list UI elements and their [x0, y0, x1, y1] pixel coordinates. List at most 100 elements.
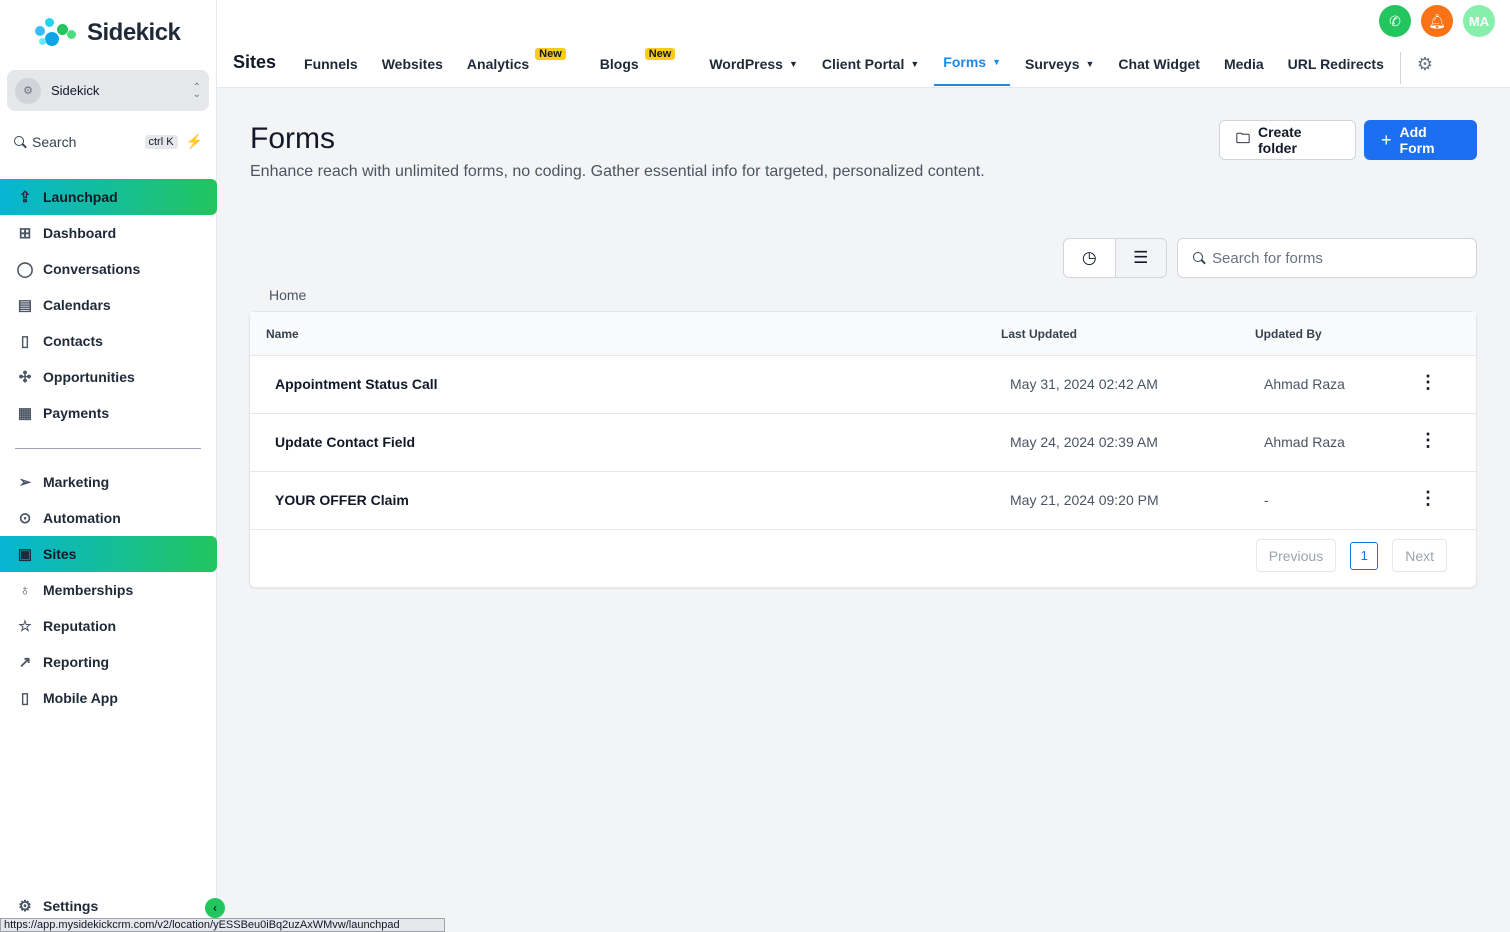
- sidekick-logo[interactable]: Sidekick: [33, 16, 181, 50]
- column-header-name[interactable]: Name: [266, 327, 299, 341]
- table-row[interactable]: Appointment Status Call May 31, 2024 02:…: [250, 356, 1476, 414]
- top-actions: ✆ 🔔︎ MA: [1379, 5, 1495, 37]
- sidebar-item-dashboard[interactable]: ⊞ Dashboard: [0, 215, 217, 251]
- section-title: Sites: [233, 52, 277, 72]
- form-name[interactable]: YOUR OFFER Claim: [275, 492, 409, 508]
- sidebar-item-label: Marketing: [43, 474, 110, 490]
- tab-label: Forms: [943, 54, 987, 70]
- chevron-down-icon: ▼: [1085, 59, 1095, 69]
- tab-websites[interactable]: Websites: [382, 56, 443, 88]
- tab-analytics[interactable]: Analytics New: [466, 48, 566, 88]
- account-avatar-icon: ⚙: [15, 77, 41, 104]
- pagination: Previous 1 Next: [1255, 539, 1447, 572]
- chevron-updown-icon: ⌃ ⌄: [192, 81, 201, 100]
- list-view-button[interactable]: ☰: [1114, 239, 1166, 277]
- form-last-updated: May 24, 2024 02:39 AM: [1010, 434, 1158, 450]
- table-row[interactable]: Update Contact Field May 24, 2024 02:39 …: [250, 414, 1476, 472]
- table-row[interactable]: YOUR OFFER Claim May 21, 2024 09:20 PM -…: [250, 472, 1476, 530]
- browser-status-url: https://app.mysidekickcrm.com/v2/locatio…: [0, 918, 445, 932]
- search-label: Search: [32, 133, 77, 150]
- network-icon: ✣: [18, 369, 32, 386]
- account-name: Sidekick: [51, 83, 100, 98]
- tab-url-redirects[interactable]: URL Redirects: [1288, 56, 1384, 88]
- next-page-button[interactable]: Next: [1392, 539, 1447, 572]
- page-number-button[interactable]: 1: [1350, 541, 1379, 570]
- tab-label: Analytics: [466, 56, 530, 72]
- create-folder-button[interactable]: 🗀︎ Create folder: [1219, 120, 1356, 160]
- browser-icon: ▣: [17, 546, 33, 563]
- sidebar-item-automation[interactable]: ⊙ Automation: [0, 500, 217, 536]
- sidebar-item-reporting[interactable]: ↗ Reporting: [0, 644, 217, 680]
- tab-label: Funnels: [304, 56, 358, 72]
- tab-forms[interactable]: Forms ▼: [934, 54, 1011, 86]
- sidebar-item-reputation[interactable]: ☆ Reputation: [0, 608, 217, 644]
- sidebar-item-label: Reputation: [43, 618, 117, 634]
- clock-icon: ◷: [1081, 248, 1097, 267]
- more-options-icon[interactable]: ⋮: [1418, 372, 1438, 393]
- send-icon: ➢: [18, 474, 32, 491]
- brand-name: Sidekick: [87, 19, 181, 46]
- more-options-icon[interactable]: ⋮: [1418, 488, 1438, 509]
- sidebar-item-opportunities[interactable]: ✣ Opportunities: [0, 359, 217, 395]
- chat-icon: ◯: [16, 261, 34, 278]
- avatar-initials: MA: [1468, 13, 1490, 29]
- sidebar-item-launchpad[interactable]: ⇪ Launchpad: [0, 179, 217, 215]
- form-name[interactable]: Update Contact Field: [275, 434, 415, 450]
- sidebar-search[interactable]: Search ctrl K ⚡: [7, 128, 209, 155]
- new-badge: New: [535, 48, 566, 60]
- sidebar-item-sites[interactable]: ▣ Sites: [0, 536, 217, 572]
- search-icon: [13, 135, 27, 149]
- forms-search-input[interactable]: [1212, 249, 1452, 267]
- more-options-icon[interactable]: ⋮: [1418, 430, 1438, 451]
- sidebar-item-label: Automation: [43, 510, 121, 526]
- tab-blogs[interactable]: Blogs New: [600, 48, 676, 88]
- sidebar-divider: [15, 448, 201, 449]
- plus-icon: +: [1381, 129, 1392, 150]
- topbar: ✆ 🔔︎ MA Sites Funnels Websites Analytics…: [217, 0, 1510, 88]
- sidebar-item-label: Reporting: [43, 654, 110, 670]
- form-name[interactable]: Appointment Status Call: [275, 376, 438, 392]
- tab-chat-widget[interactable]: Chat Widget: [1118, 56, 1200, 88]
- tab-funnels[interactable]: Funnels: [304, 56, 358, 88]
- account-switcher[interactable]: ⚙ Sidekick ⌃ ⌄: [7, 70, 209, 111]
- column-header-updated-by[interactable]: Updated By: [1255, 327, 1322, 341]
- form-updated-by: Ahmad Raza: [1264, 434, 1345, 450]
- sidebar-item-payments[interactable]: ▦ Payments: [0, 395, 217, 431]
- tab-client-portal[interactable]: Client Portal ▼: [822, 56, 919, 88]
- recent-view-button[interactable]: ◷: [1064, 239, 1115, 277]
- tab-wordpress[interactable]: WordPress ▼: [709, 56, 798, 88]
- sidebar-item-memberships[interactable]: ♁ Memberships: [0, 572, 217, 608]
- previous-page-button[interactable]: Previous: [1255, 539, 1337, 572]
- tab-media[interactable]: Media: [1224, 56, 1264, 88]
- sites-subnav: Sites Funnels Websites Analytics New Blo…: [233, 48, 1434, 88]
- sidebar: Sidekick ⚙ Sidekick ⌃ ⌄ Search ctrl K ⚡ ⇪…: [0, 0, 217, 932]
- page-description: Enhance reach with unlimited forms, no c…: [250, 163, 985, 180]
- user-avatar[interactable]: MA: [1463, 5, 1495, 37]
- sidebar-item-mobile-app[interactable]: ▯ Mobile App: [0, 680, 217, 716]
- table-header: Name Last Updated Updated By: [250, 312, 1476, 356]
- sidebar-item-calendars[interactable]: ▤ Calendars: [0, 287, 217, 323]
- sidebar-item-contacts[interactable]: ▯ Contacts: [0, 323, 217, 359]
- lightning-icon[interactable]: ⚡: [186, 133, 203, 150]
- search-shortcut: ctrl K: [144, 134, 178, 149]
- column-header-last-updated[interactable]: Last Updated: [1001, 327, 1077, 341]
- form-last-updated: May 21, 2024 09:20 PM: [1010, 492, 1159, 508]
- sidebar-item-marketing[interactable]: ➢ Marketing: [0, 464, 217, 500]
- tab-label: Surveys: [1025, 56, 1080, 72]
- notifications-button[interactable]: 🔔︎: [1421, 5, 1453, 37]
- sites-settings-button[interactable]: ⚙: [1399, 52, 1434, 84]
- add-form-button[interactable]: + Add Form: [1364, 120, 1477, 160]
- gear-icon: ⚙: [1416, 54, 1434, 74]
- create-folder-label: Create folder: [1258, 124, 1302, 156]
- search-icon: [1192, 251, 1206, 265]
- tab-surveys[interactable]: Surveys ▼: [1025, 56, 1094, 88]
- sidebar-item-label: Mobile App: [43, 690, 118, 706]
- sidebar-item-conversations[interactable]: ◯ Conversations: [0, 251, 217, 287]
- form-updated-by: -: [1264, 492, 1269, 508]
- logo-mark-icon: [33, 16, 83, 50]
- chevron-down-icon: ▼: [910, 59, 920, 69]
- breadcrumb[interactable]: Home: [269, 287, 306, 303]
- sidebar-item-label: Calendars: [43, 297, 111, 313]
- phone-button[interactable]: ✆: [1379, 5, 1411, 37]
- collapse-sidebar-button[interactable]: ‹: [205, 898, 225, 918]
